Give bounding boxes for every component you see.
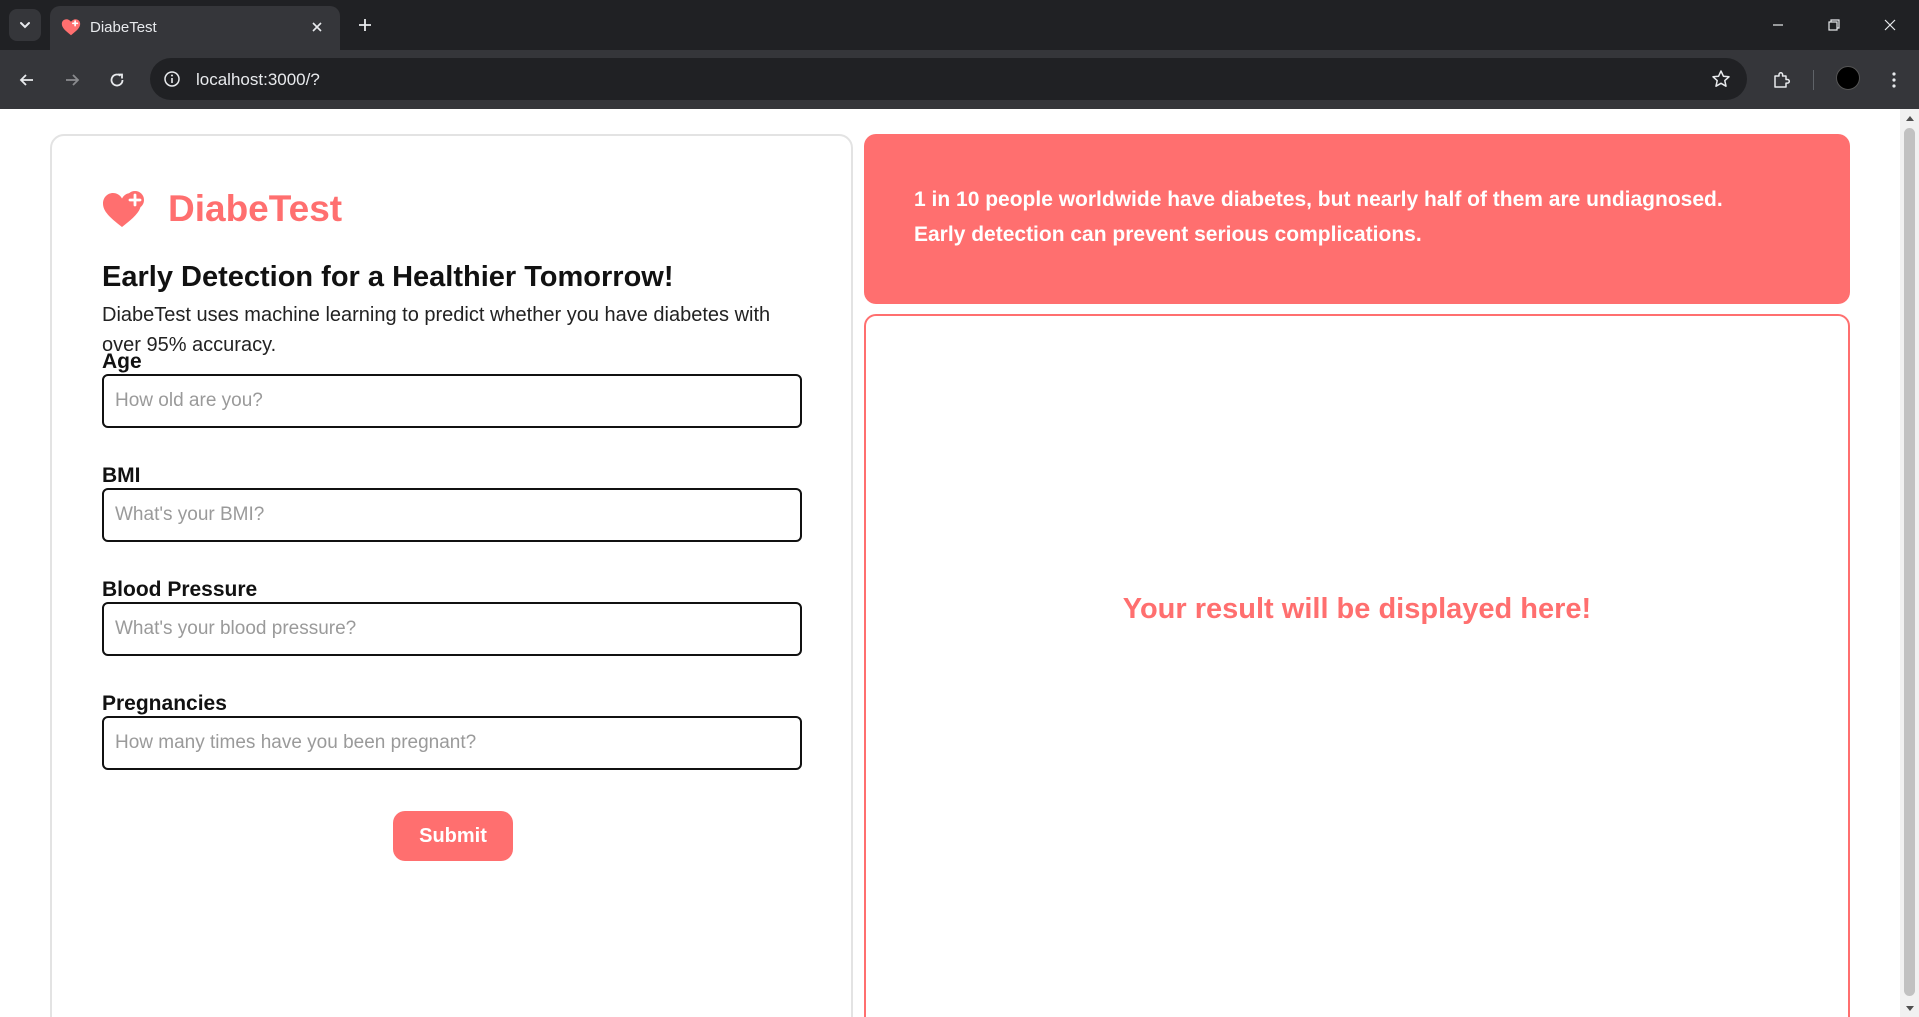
stat-line-1: 1 in 10 people worldwide have diabetes, … xyxy=(914,188,1723,211)
tab-title: DiabeTest xyxy=(90,19,157,36)
result-panel: Your result will be displayed here! xyxy=(864,314,1850,1017)
pregnancies-label: Pregnancies xyxy=(102,692,227,715)
bmi-label: BMI xyxy=(102,464,141,487)
close-icon xyxy=(312,22,322,32)
new-tab-button[interactable] xyxy=(350,10,380,40)
age-input[interactable] xyxy=(102,374,802,428)
page-title: Early Detection for a Healthier Tomorrow… xyxy=(102,261,674,293)
page-description: DiabeTest uses machine learning to predi… xyxy=(102,304,771,356)
blood-pressure-label: Blood Pressure xyxy=(102,578,258,601)
url-text[interactable]: localhost:3000/? xyxy=(196,70,320,90)
toolbar-divider xyxy=(1813,70,1814,90)
info-icon xyxy=(164,71,180,87)
page-scrollbar[interactable] xyxy=(1900,109,1919,1017)
extensions-button[interactable] xyxy=(1766,64,1798,96)
arrow-right-icon xyxy=(66,74,80,86)
age-label: Age xyxy=(102,350,142,373)
tab-search-button[interactable] xyxy=(9,9,41,41)
back-button[interactable] xyxy=(11,64,43,96)
scroll-up-button[interactable] xyxy=(1900,109,1919,126)
chevron-down-icon xyxy=(20,22,30,29)
bmi-input[interactable] xyxy=(102,488,802,542)
restore-icon xyxy=(1828,19,1840,31)
heart-plus-icon xyxy=(103,191,144,227)
puzzle-icon xyxy=(1774,71,1791,88)
brand-header: DiabeTest xyxy=(102,188,342,230)
triangle-down-icon xyxy=(1905,1005,1914,1011)
forward-button[interactable] xyxy=(56,64,88,96)
close-window-button[interactable] xyxy=(1862,0,1918,50)
scrollbar-thumb[interactable] xyxy=(1904,128,1915,996)
plus-icon xyxy=(359,19,371,31)
site-info-button[interactable] xyxy=(160,67,184,91)
page-viewport: DiabeTest Early Detection for a Healthie… xyxy=(0,109,1900,1017)
diabetes-stat-banner: 1 in 10 people worldwide have diabetes, … xyxy=(864,134,1850,304)
profile-avatar[interactable] xyxy=(1836,66,1860,90)
minimize-button[interactable] xyxy=(1750,0,1806,50)
prediction-form-card: DiabeTest Early Detection for a Healthie… xyxy=(50,134,853,1017)
brand-name: DiabeTest xyxy=(168,188,343,229)
minimize-icon xyxy=(1773,24,1783,26)
blood-pressure-input[interactable] xyxy=(102,602,802,656)
bookmark-button[interactable] xyxy=(1709,67,1733,91)
submit-button[interactable]: Submit xyxy=(393,811,513,861)
more-vertical-icon xyxy=(1892,72,1896,88)
stat-line-2: Early detection can prevent serious comp… xyxy=(914,223,1422,246)
heart-plus-icon xyxy=(61,19,81,36)
star-icon xyxy=(1712,70,1730,87)
browser-toolbar: localhost:3000/? xyxy=(0,50,1919,109)
triangle-up-icon xyxy=(1905,115,1914,121)
active-tab[interactable]: DiabeTest xyxy=(50,6,340,50)
restore-button[interactable] xyxy=(1806,0,1862,50)
address-bar[interactable]: localhost:3000/? xyxy=(150,58,1747,100)
close-icon xyxy=(1884,19,1896,31)
pregnancies-input[interactable] xyxy=(102,716,802,770)
reload-icon xyxy=(110,73,124,87)
browser-menu-button[interactable] xyxy=(1878,64,1910,96)
result-placeholder: Your result will be displayed here! xyxy=(1122,592,1592,625)
reload-button[interactable] xyxy=(101,64,133,96)
browser-tab-bar: DiabeTest xyxy=(0,0,1919,50)
arrow-left-icon xyxy=(19,74,33,86)
scroll-down-button[interactable] xyxy=(1900,1000,1919,1017)
close-tab-button[interactable] xyxy=(306,16,328,38)
